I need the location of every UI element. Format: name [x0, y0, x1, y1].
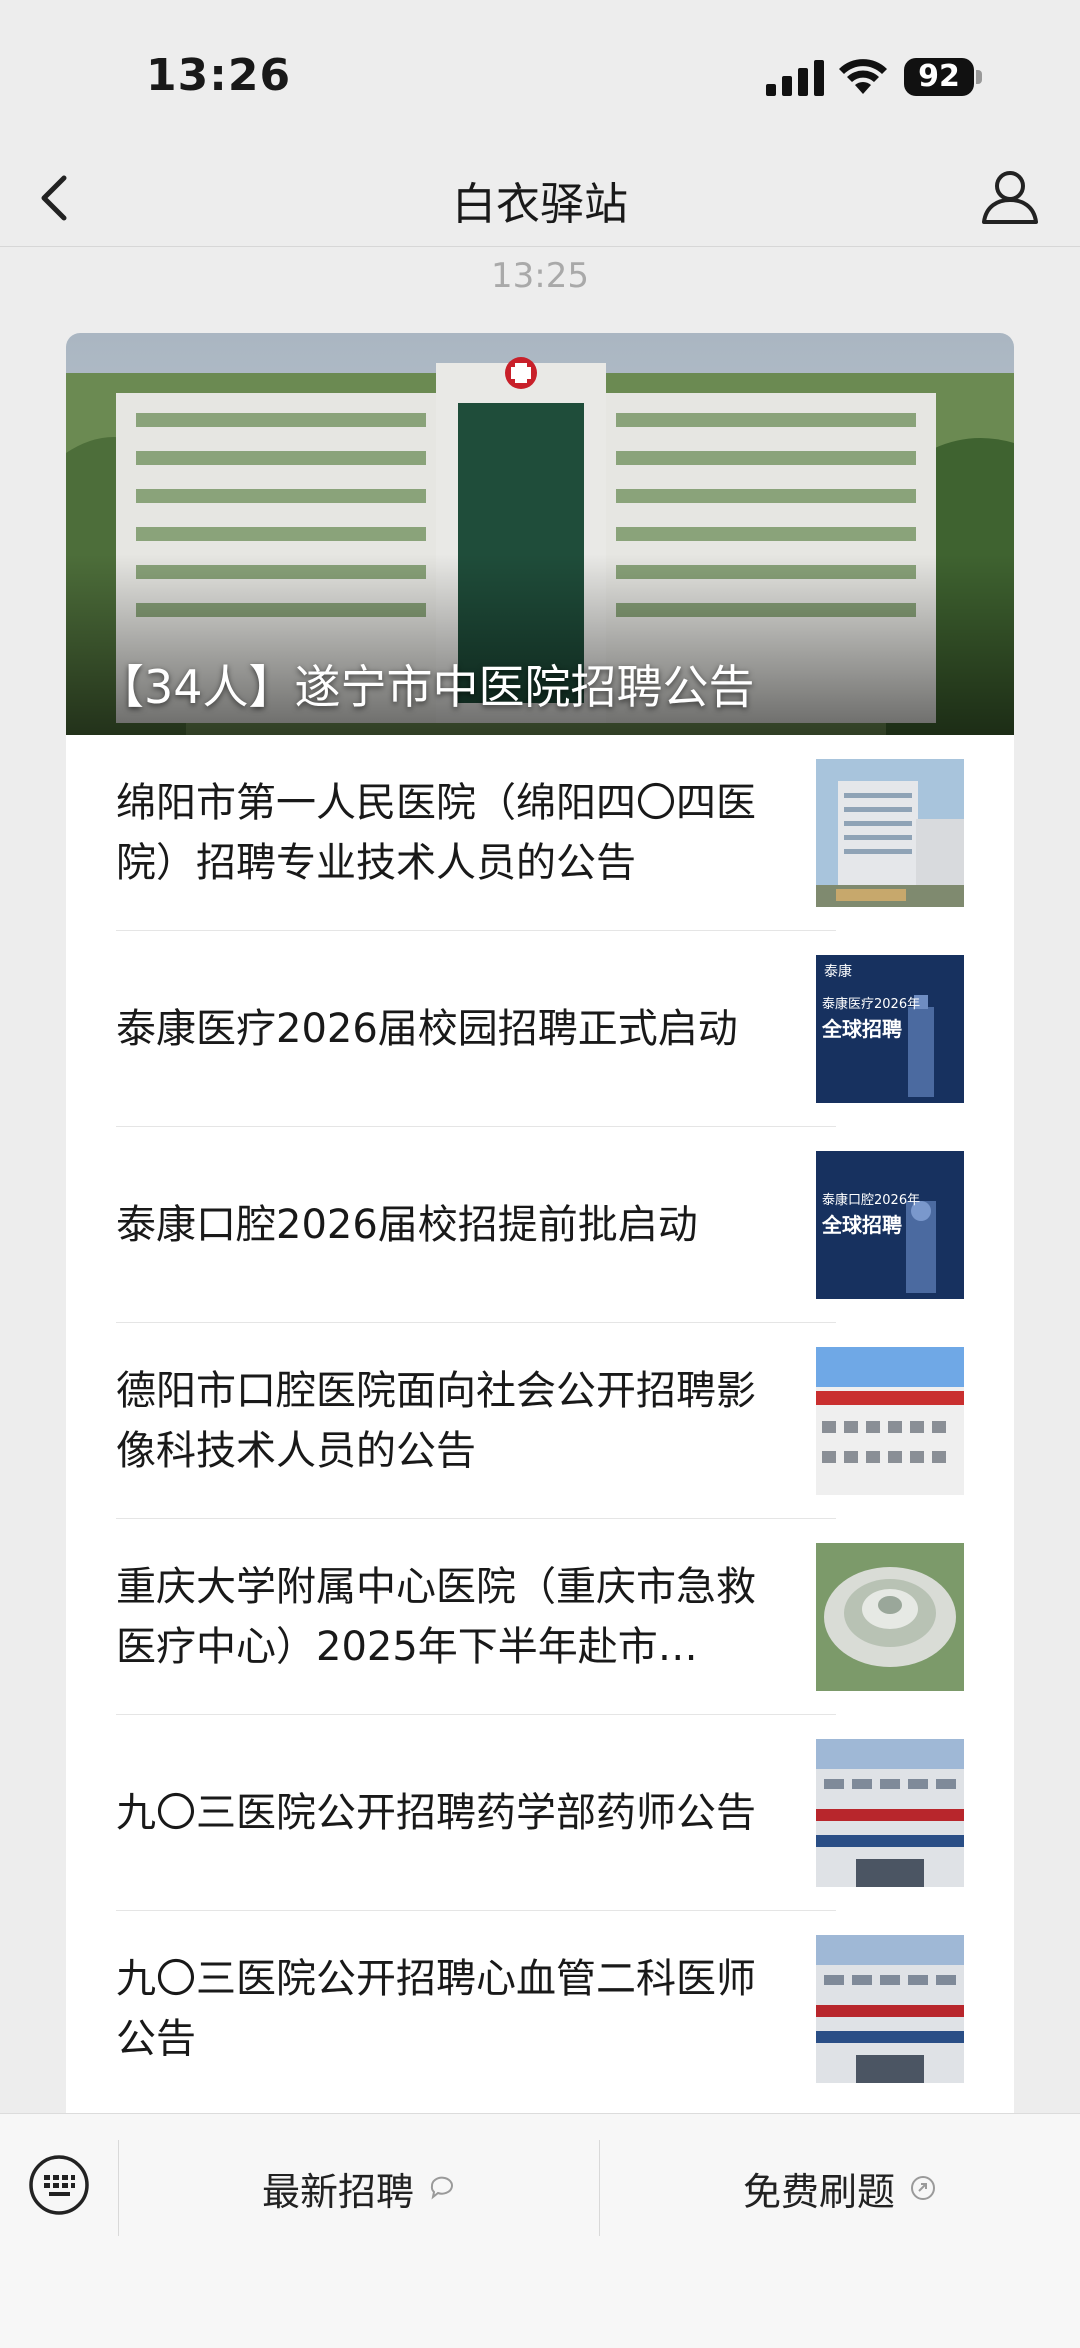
article-thumbnail: 泰康口腔2026年 全球招聘	[816, 1151, 964, 1299]
thumb-main: 全球招聘	[822, 1213, 902, 1237]
menu-latest-jobs[interactable]: 最新招聘	[119, 2140, 599, 2236]
article-title: 重庆大学附属中心医院（重庆市急救医疗中心）2025年下半年赴市…	[116, 1564, 756, 1670]
article-thumbnail	[816, 759, 964, 907]
profile-icon[interactable]	[978, 164, 1042, 228]
article-list-item[interactable]: 九〇三医院公开招聘药学部药师公告	[116, 1715, 964, 1911]
article-thumbnail: 泰康 泰康医疗2026年 全球招聘	[816, 955, 964, 1103]
page-title: 白衣驿站	[452, 179, 628, 230]
menu-latest-jobs-label: 最新招聘	[261, 2169, 414, 2214]
bottom-menu-bar: 最新招聘 免费刷题	[0, 2113, 1080, 2348]
article-list-item[interactable]: 重庆大学附属中心医院（重庆市急救医疗中心）2025年下半年赴市…	[116, 1519, 964, 1715]
nav-bar: 白衣驿站	[0, 150, 1080, 247]
article-title: 九〇三医院公开招聘药学部药师公告	[116, 1790, 756, 1836]
article-title: 泰康医疗2026届校园招聘正式启动	[116, 1006, 738, 1052]
article-title: 九〇三医院公开招聘心血管二科医师公告	[116, 1956, 756, 2062]
article-title: 绵阳市第一人民医院（绵阳四〇四医院）招聘专业技术人员的公告	[116, 780, 756, 886]
article-thumbnail	[816, 1347, 964, 1495]
thumb-subtitle: 泰康医疗2026年	[822, 997, 921, 1012]
wifi-icon	[839, 59, 887, 94]
keyboard-icon[interactable]	[28, 2154, 90, 2216]
article-list-item[interactable]: 泰康口腔2026届校招提前批启动 泰康口腔2026年 全球招聘	[116, 1127, 964, 1323]
article-card: 【34人】遂宁市中医院招聘公告 绵阳市第一人民医院（绵阳四〇四医院）招聘专业技术…	[66, 333, 1014, 2133]
status-time: 13:26	[146, 50, 292, 101]
menu-free-practice-label: 免费刷题	[742, 2169, 895, 2214]
article-banner[interactable]: 【34人】遂宁市中医院招聘公告	[66, 333, 1014, 735]
status-bar: 13:26 92	[0, 0, 1080, 150]
article-list-item[interactable]: 绵阳市第一人民医院（绵阳四〇四医院）招聘专业技术人员的公告	[116, 735, 964, 931]
article-title: 泰康口腔2026届校招提前批启动	[116, 1202, 698, 1248]
article-thumbnail	[816, 1739, 964, 1887]
thumb-main: 全球招聘	[822, 1017, 902, 1041]
article-list-item[interactable]: 德阳市口腔医院面向社会公开招聘影像科技术人员的公告	[116, 1323, 964, 1519]
article-thumbnail	[816, 1935, 964, 2083]
article-list-item[interactable]: 泰康医疗2026届校园招聘正式启动 泰康 泰康医疗2026年 全球招聘	[116, 931, 964, 1127]
battery-level: 92	[904, 58, 974, 96]
thumb-brand: 泰康	[824, 964, 852, 980]
menu-free-practice[interactable]: 免费刷题	[600, 2140, 1080, 2236]
chat-bubble-icon	[430, 2176, 453, 2200]
article-title: 德阳市口腔医院面向社会公开招聘影像科技术人员的公告	[116, 1368, 756, 1474]
battery-icon: 92	[904, 58, 982, 96]
link-icon	[911, 2176, 935, 2200]
signal-icon	[766, 60, 824, 96]
article-thumbnail	[816, 1543, 964, 1691]
message-timestamp: 13:25	[491, 256, 589, 296]
article-list-item[interactable]: 九〇三医院公开招聘心血管二科医师公告	[116, 1911, 964, 2107]
article-headline: 【34人】遂宁市中医院招聘公告	[98, 660, 755, 714]
thumb-subtitle: 泰康口腔2026年	[822, 1193, 921, 1208]
